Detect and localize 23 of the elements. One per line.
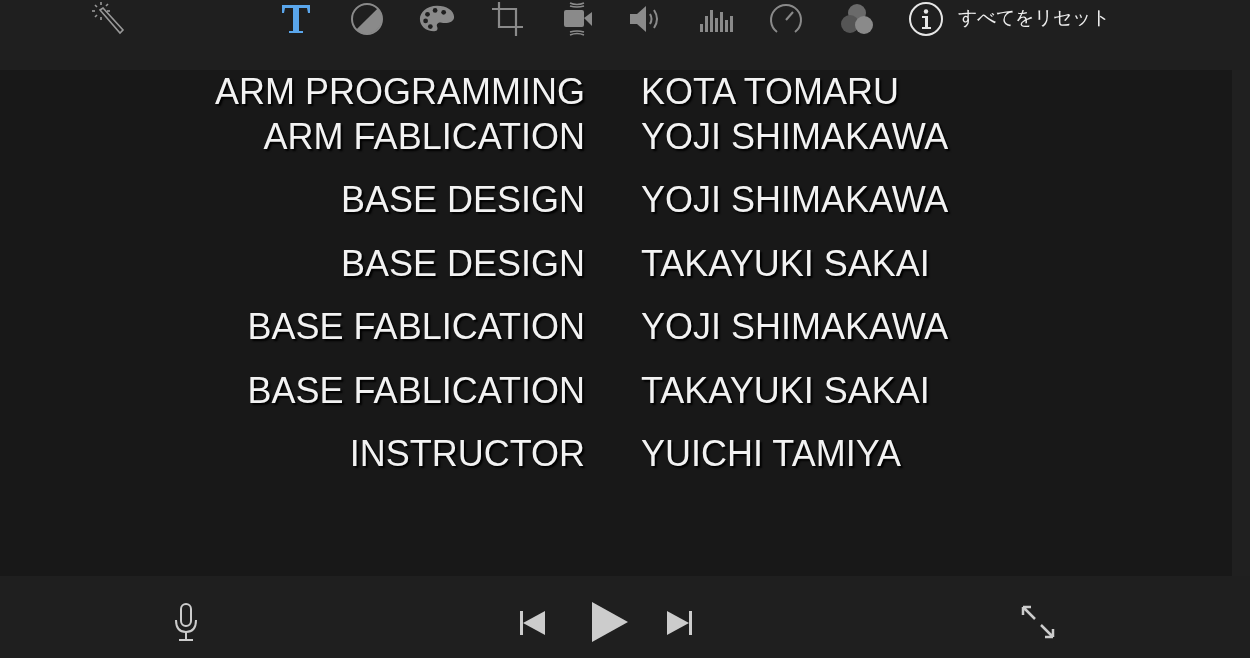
credit-name: YOJI SHIMAKAWA <box>641 114 949 158</box>
info-icon <box>908 1 944 37</box>
credit-role: BASE FABLICATION <box>247 368 585 412</box>
reset-all-button[interactable]: すべてをリセット <box>958 4 1110 32</box>
credit-role: ARM PROGRAMMING <box>215 70 585 114</box>
credit-role: INSTRUCTOR <box>349 432 585 476</box>
contrast-icon <box>349 1 385 37</box>
credit-role: BASE DESIGN <box>340 241 585 285</box>
credit-role: ARM FABLICATION <box>263 114 585 158</box>
info-button[interactable] <box>907 0 945 38</box>
credit-role: BASE DESIGN <box>340 178 585 222</box>
credit-name: YOJI SHIMAKAWA <box>641 178 949 222</box>
credit-name: TAKAYUKI SAKAI <box>641 368 930 412</box>
text-icon <box>279 2 313 36</box>
credit-name: YOJI SHIMAKAWA <box>641 305 949 349</box>
credit-name: KOTA TOMARU <box>641 70 900 114</box>
microphone-icon <box>172 602 200 642</box>
expand-arrows-icon <box>1019 603 1057 641</box>
credit-name: YUICHI TAMIYA <box>641 432 902 476</box>
crop-icon <box>489 0 525 38</box>
tool-button[interactable] <box>348 0 386 38</box>
credit-role: BASE FABLICATION <box>247 305 585 349</box>
credit-name: TAKAYUKI SAKAI <box>641 241 930 285</box>
